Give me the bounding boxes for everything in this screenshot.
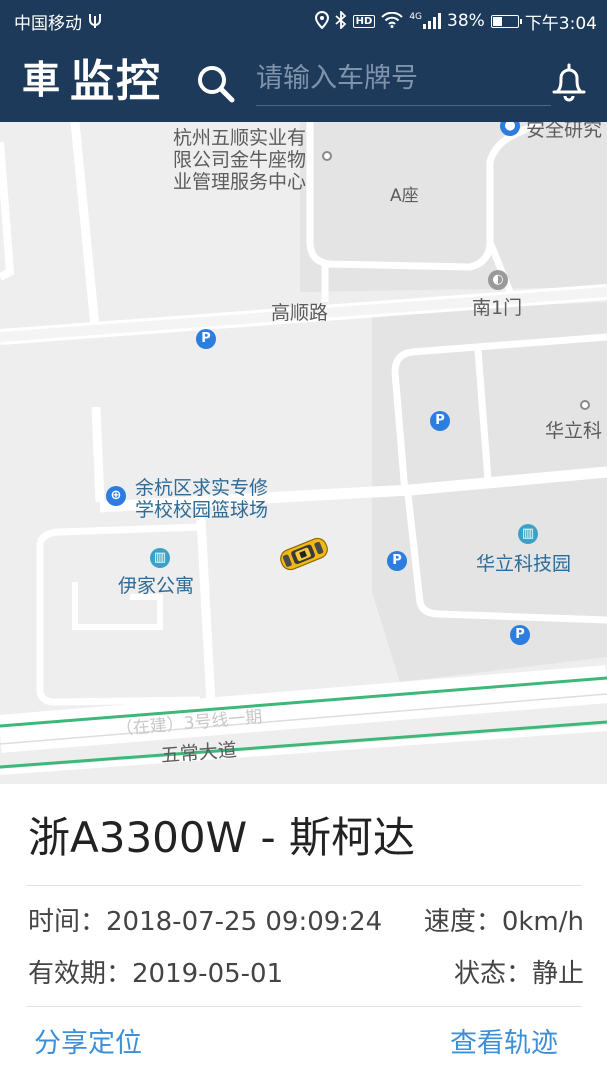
usb-icon [88, 12, 102, 31]
view-track-button[interactable]: 查看轨迹 [450, 1026, 558, 1062]
signal-icon: 4G [409, 12, 442, 29]
divider [26, 1006, 582, 1007]
speed-label: 速度： [423, 907, 502, 937]
bluetooth-icon [335, 9, 347, 32]
map-label-huali-cut: 华立科 [545, 420, 603, 442]
share-location-button[interactable]: 分享定位 [34, 1026, 142, 1062]
map-label-gaoshun-road: 高顺路 [271, 302, 329, 324]
wifi-icon [381, 11, 404, 31]
brand-logo: 車 [22, 58, 61, 102]
status-label: 状态： [453, 959, 532, 989]
time-value: 2018-07-25 09:09:24 [106, 907, 383, 937]
map-label-yijia: 伊家公寓 [118, 575, 195, 597]
map-label-court-line2: 学校校园篮球场 [135, 499, 269, 521]
map-label-building-a: A座 [390, 186, 419, 206]
info-row-valid-status: 有效期：2019-05-01 状态：静止 [28, 954, 584, 994]
valid-label: 有效期： [28, 959, 133, 989]
status-bar: 中国移动 HD 4G 38% 下午3:04 [0, 0, 607, 42]
basketball-poi-icon[interactable]: ⊕ [106, 486, 126, 506]
gate-poi-icon[interactable]: ◐ [488, 270, 508, 290]
divider [26, 885, 582, 886]
map-label-company-line3: 业管理服务中心 [173, 171, 307, 193]
huali-poi-dot[interactable] [580, 400, 590, 410]
carrier-label: 中国移动 [14, 13, 82, 34]
map-label-company-line1: 杭州五顺实业有 [173, 127, 307, 149]
parking-icon[interactable]: P [387, 551, 407, 571]
apartment-poi-icon[interactable]: ▥ [150, 548, 170, 568]
time-label: 时间： [28, 907, 107, 937]
vehicle-title: 浙A3300W - 斯柯达 [28, 813, 416, 862]
map-label-south-gate: 南1门 [472, 297, 523, 319]
map-label-court-line1: 余杭区求实专修 [135, 477, 269, 499]
valid-value: 2019-05-01 [132, 959, 284, 989]
clock-time: 下午3:04 [524, 13, 597, 34]
battery-icon [490, 14, 522, 28]
vehicle-marker-icon[interactable] [276, 534, 332, 574]
network-type-label: 4G [409, 12, 423, 22]
map-label-huali-park: 华立科技园 [476, 553, 572, 575]
parking-icon[interactable]: P [196, 329, 216, 349]
map-canvas [0, 122, 607, 775]
search-icon[interactable] [196, 64, 236, 104]
location-icon [314, 10, 329, 32]
app-header: 車 监控 [0, 42, 607, 122]
techpark-poi-icon[interactable]: ▥ [518, 524, 538, 544]
speed-value: 0km/h [501, 907, 584, 937]
hd-voice-icon: HD [352, 14, 376, 28]
bell-icon[interactable] [549, 62, 589, 104]
map-label-safety-institute: 安全研究 [526, 122, 603, 141]
battery-percent: 38% [447, 11, 485, 31]
page-title: 监控 [70, 56, 162, 107]
map-view[interactable]: 杭州五顺实业有 限公司金牛座物 业管理服务中心 ● 安全研究 A座 ◐ 南1门 … [0, 122, 607, 784]
parking-icon[interactable]: P [510, 625, 530, 645]
map-label-company-line2: 限公司金牛座物 [173, 149, 307, 171]
plate-search-input[interactable] [256, 52, 551, 106]
status-value: 静止 [531, 959, 584, 989]
info-row-time-speed: 时间：2018-07-25 09:09:24 速度：0km/h [28, 902, 584, 942]
company-poi-dot[interactable] [322, 151, 332, 161]
parking-icon[interactable]: P [430, 411, 450, 431]
